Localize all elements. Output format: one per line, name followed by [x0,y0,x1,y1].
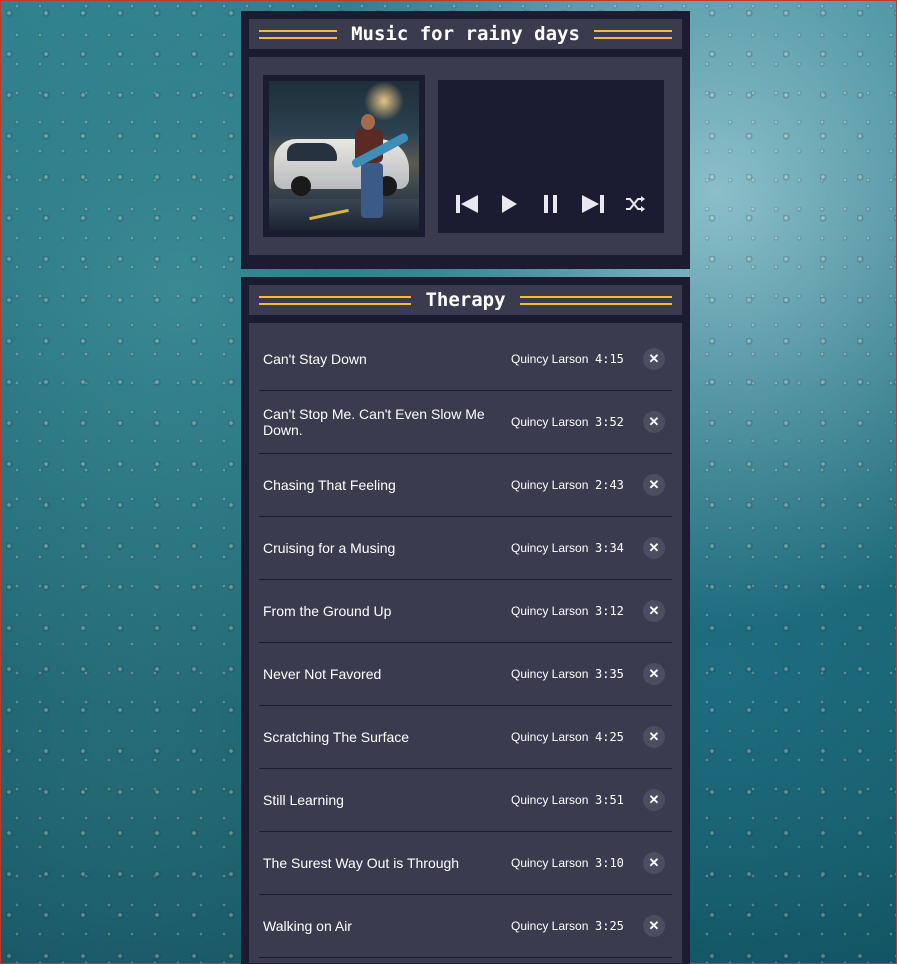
delete-song-button[interactable]: ✕ [643,411,665,433]
title-decoration-right [593,29,672,39]
song-artist: Quincy Larson [511,793,589,807]
delete-song-button[interactable]: ✕ [643,915,665,937]
song-item[interactable]: Can't Stop Me. Can't Even Slow Me Down. Q… [259,391,672,454]
close-icon: ✕ [648,729,660,744]
playlist-title: Therapy [425,289,506,311]
song-title: Never Not Favored [263,666,382,682]
album-art [269,81,419,231]
song-title: Chasing That Feeling [263,477,396,493]
delete-song-button[interactable]: ✕ [643,537,665,559]
song-title: Walking on Air [263,918,352,934]
close-icon: ✕ [648,603,660,618]
song-title: Cruising for a Musing [263,540,396,556]
album-art-frame [263,75,425,237]
music-player: Music for rainy days [241,11,690,269]
song-duration: 3:25 [595,919,624,933]
close-icon: ✕ [648,477,660,492]
song-duration: 4:15 [595,352,624,366]
title-decoration-left [259,29,338,39]
song-artist: Quincy Larson [511,352,589,366]
song-item[interactable]: From the Ground Up Quincy Larson 3:12 ✕ [259,580,672,643]
next-icon [582,194,604,213]
title-decoration-left [259,295,412,305]
close-icon: ✕ [648,918,660,933]
title-decoration-right [519,295,673,305]
previous-button[interactable] [454,191,480,217]
song-artist: Quincy Larson [511,478,589,492]
next-button[interactable] [580,191,606,217]
song-title: The Surest Way Out is Through [263,855,460,871]
song-item[interactable]: The Surest Way Out is Through Quincy Lars… [259,832,672,895]
player-title-bar: Music for rainy days [249,19,682,49]
song-list: Can't Stay Down Quincy Larson 4:15 ✕ Can't S… [249,323,682,963]
song-title: Still Learning [263,792,344,808]
song-duration: 2:43 [595,478,624,492]
song-duration: 4:25 [595,730,624,744]
shuffle-button[interactable] [622,191,648,217]
song-artist: Quincy Larson [511,415,589,429]
song-artist: Quincy Larson [511,919,589,933]
song-duration: 3:52 [595,415,624,429]
pause-button[interactable] [538,191,564,217]
delete-song-button[interactable]: ✕ [643,348,665,370]
song-duration: 3:10 [595,856,624,870]
song-title: From the Ground Up [263,603,392,619]
close-icon: ✕ [648,351,660,366]
player-body [249,57,682,255]
playlist: Therapy Can't Stay Down Quincy Larson 4:15… [241,277,690,964]
previous-icon [456,194,478,213]
song-item[interactable]: Chasing That Feeling Quincy Larson 2:43 ✕ [259,454,672,517]
song-artist: Quincy Larson [511,541,589,555]
delete-song-button[interactable]: ✕ [643,663,665,685]
player-controls [438,79,664,233]
song-title: Can't Stay Down [263,351,367,367]
playlist-title-bar: Therapy [249,285,682,315]
song-duration: 3:51 [595,793,624,807]
close-icon: ✕ [648,414,660,429]
close-icon: ✕ [648,855,660,870]
song-item[interactable]: Scratching The Surface Quincy Larson 4:25 ✕ [259,706,672,769]
song-artist: Quincy Larson [511,667,589,681]
song-item[interactable]: Cruising for a Musing Quincy Larson 3:34 ✕ [259,517,672,580]
play-icon [502,194,517,213]
close-icon: ✕ [648,792,660,807]
close-icon: ✕ [648,666,660,681]
song-duration: 3:35 [595,667,624,681]
delete-song-button[interactable]: ✕ [643,789,665,811]
song-duration: 3:12 [595,604,624,618]
song-item[interactable]: Walking on Air Quincy Larson 3:25 ✕ [259,895,672,958]
song-duration: 3:34 [595,541,624,555]
song-item[interactable]: Still Learning Quincy Larson 3:51 ✕ [259,769,672,832]
pause-icon [544,194,557,213]
song-item[interactable]: Never Not Favored Quincy Larson 3:35 ✕ [259,643,672,706]
delete-song-button[interactable]: ✕ [643,474,665,496]
close-icon: ✕ [648,540,660,555]
song-item[interactable]: Can't Stay Down Quincy Larson 4:15 ✕ [259,328,672,391]
player-title: Music for rainy days [351,23,580,45]
song-artist: Quincy Larson [511,856,589,870]
shuffle-icon [626,195,645,212]
song-artist: Quincy Larson [511,604,589,618]
delete-song-button[interactable]: ✕ [643,726,665,748]
delete-song-button[interactable]: ✕ [643,852,665,874]
song-title: Can't Stop Me. Can't Even Slow Me Down. [263,406,485,438]
play-button[interactable] [496,191,522,217]
delete-song-button[interactable]: ✕ [643,600,665,622]
song-artist: Quincy Larson [511,730,589,744]
song-title: Scratching The Surface [263,729,410,745]
